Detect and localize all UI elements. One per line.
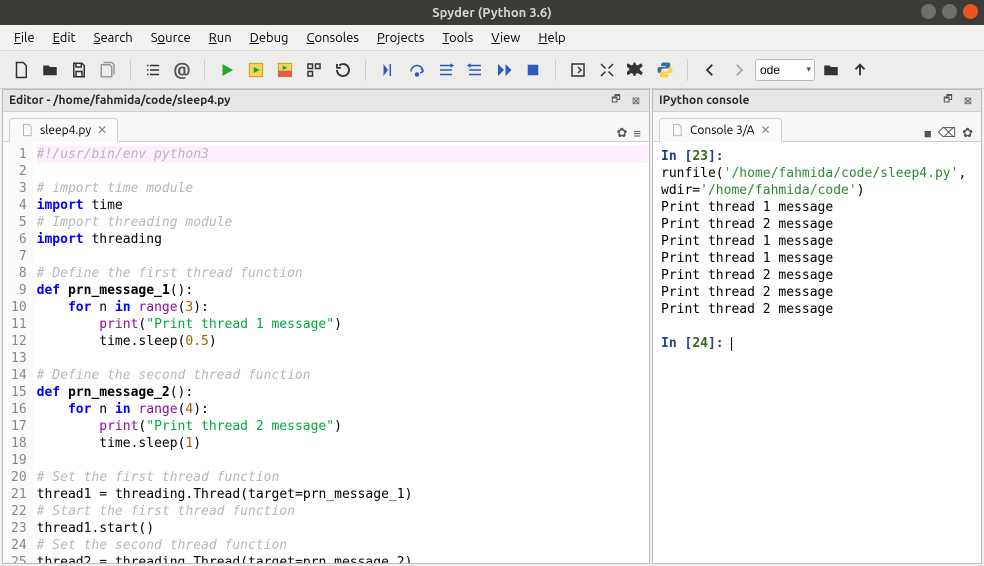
console-tab-row: Console 3/A ✕ ■ ⌫ ✿	[653, 112, 981, 142]
cwd-combo[interactable]	[755, 59, 815, 81]
continue-icon[interactable]	[491, 57, 517, 83]
menu-help[interactable]: Help	[530, 28, 573, 48]
window-title: Spyder (Python 3.6)	[432, 6, 551, 20]
menu-source[interactable]: Source	[143, 28, 199, 48]
back-icon[interactable]	[697, 57, 723, 83]
run-cell-advance-icon[interactable]	[272, 57, 298, 83]
console-close-icon[interactable]: ⊠	[961, 94, 975, 108]
editor-pane-title: Editor - /home/fahmida/code/sleep4.py	[9, 94, 609, 107]
toolbar: @	[0, 51, 984, 89]
console-options-icon[interactable]: ✿	[962, 126, 973, 141]
console-stop-icon[interactable]: ■	[924, 126, 932, 141]
minimize-button[interactable]	[921, 4, 936, 19]
editor-tab[interactable]: sleep4.py ✕	[9, 118, 118, 142]
tab-close-icon[interactable]: ✕	[760, 123, 770, 137]
menu-tools[interactable]: Tools	[434, 28, 481, 48]
at-icon[interactable]: @	[169, 57, 195, 83]
separator	[555, 59, 556, 81]
maximize-pane-icon[interactable]	[565, 57, 591, 83]
separator	[204, 59, 205, 81]
window-controls	[921, 4, 978, 19]
tab-close-icon[interactable]: ✕	[97, 123, 107, 137]
console-clear-icon[interactable]: ⌫	[938, 126, 956, 141]
console-restore-icon[interactable]: 🗗	[941, 94, 955, 108]
console-pane-title: IPython console	[659, 94, 941, 107]
menu-view[interactable]: View	[483, 28, 528, 48]
editor-menu-icon[interactable]: ≡	[633, 126, 641, 141]
debug-icon[interactable]	[375, 57, 401, 83]
python-path-icon[interactable]	[652, 57, 678, 83]
cwd-input[interactable]	[755, 59, 815, 81]
save-all-icon[interactable]	[95, 57, 121, 83]
editor-close-icon[interactable]: ⊠	[629, 94, 643, 108]
console-file-icon	[670, 123, 684, 137]
menu-file[interactable]: File	[6, 28, 43, 48]
run-icon[interactable]	[214, 57, 240, 83]
rerun-icon[interactable]	[330, 57, 356, 83]
run-cell-icon[interactable]	[243, 57, 269, 83]
editor-code[interactable]: #!/usr/bin/env python3 # import time mod…	[33, 142, 649, 563]
console-tab[interactable]: Console 3/A ✕	[659, 118, 782, 142]
save-icon[interactable]	[66, 57, 92, 83]
editor-options-icon[interactable]: ✿	[617, 126, 628, 141]
new-file-icon[interactable]	[8, 57, 34, 83]
run-selection-icon[interactable]	[301, 57, 327, 83]
menubar: File Edit Search Source Run Debug Consol…	[0, 25, 984, 51]
maximize-button[interactable]	[942, 4, 957, 19]
menu-run[interactable]: Run	[201, 28, 240, 48]
console-body[interactable]: In [23]: runfile('/home/fahmida/code/sle…	[653, 142, 981, 563]
parent-dir-icon[interactable]	[847, 57, 873, 83]
list-icon[interactable]	[140, 57, 166, 83]
editor-pane: Editor - /home/fahmida/code/sleep4.py 🗗 …	[2, 89, 650, 564]
python-file-icon	[20, 123, 34, 137]
preferences-icon[interactable]	[623, 57, 649, 83]
menu-edit[interactable]: Edit	[45, 28, 84, 48]
separator	[365, 59, 366, 81]
editor-gutter: 1 2 3 4 5 6 7 8 9 10 11 12 13 14 15 16 1…	[3, 142, 33, 563]
open-file-icon[interactable]	[37, 57, 63, 83]
step-out-icon[interactable]	[462, 57, 488, 83]
menu-debug[interactable]: Debug	[242, 28, 297, 48]
menu-consoles[interactable]: Consoles	[299, 28, 367, 48]
forward-icon[interactable]	[726, 57, 752, 83]
close-button[interactable]	[963, 4, 978, 19]
browse-dir-icon[interactable]	[818, 57, 844, 83]
console-tab-label: Console 3/A	[690, 124, 754, 137]
editor-body[interactable]: 1 2 3 4 5 6 7 8 9 10 11 12 13 14 15 16 1…	[3, 142, 649, 563]
separator	[130, 59, 131, 81]
editor-restore-icon[interactable]: 🗗	[609, 94, 623, 108]
workarea: Editor - /home/fahmida/code/sleep4.py 🗗 …	[0, 89, 984, 566]
editor-tab-row: sleep4.py ✕ ✿ ≡	[3, 112, 649, 142]
step-over-icon[interactable]	[404, 57, 430, 83]
console-pane: IPython console 🗗 ⊠ Console 3/A ✕ ■ ⌫ ✿ …	[652, 89, 982, 564]
stop-debug-icon[interactable]	[520, 57, 546, 83]
editor-tab-label: sleep4.py	[40, 124, 91, 137]
menu-projects[interactable]: Projects	[369, 28, 432, 48]
menu-search[interactable]: Search	[86, 28, 141, 48]
titlebar: Spyder (Python 3.6)	[0, 0, 984, 25]
editor-pane-header: Editor - /home/fahmida/code/sleep4.py 🗗 …	[3, 90, 649, 112]
fullscreen-icon[interactable]	[594, 57, 620, 83]
console-pane-header: IPython console 🗗 ⊠	[653, 90, 981, 112]
step-into-icon[interactable]	[433, 57, 459, 83]
separator	[687, 59, 688, 81]
